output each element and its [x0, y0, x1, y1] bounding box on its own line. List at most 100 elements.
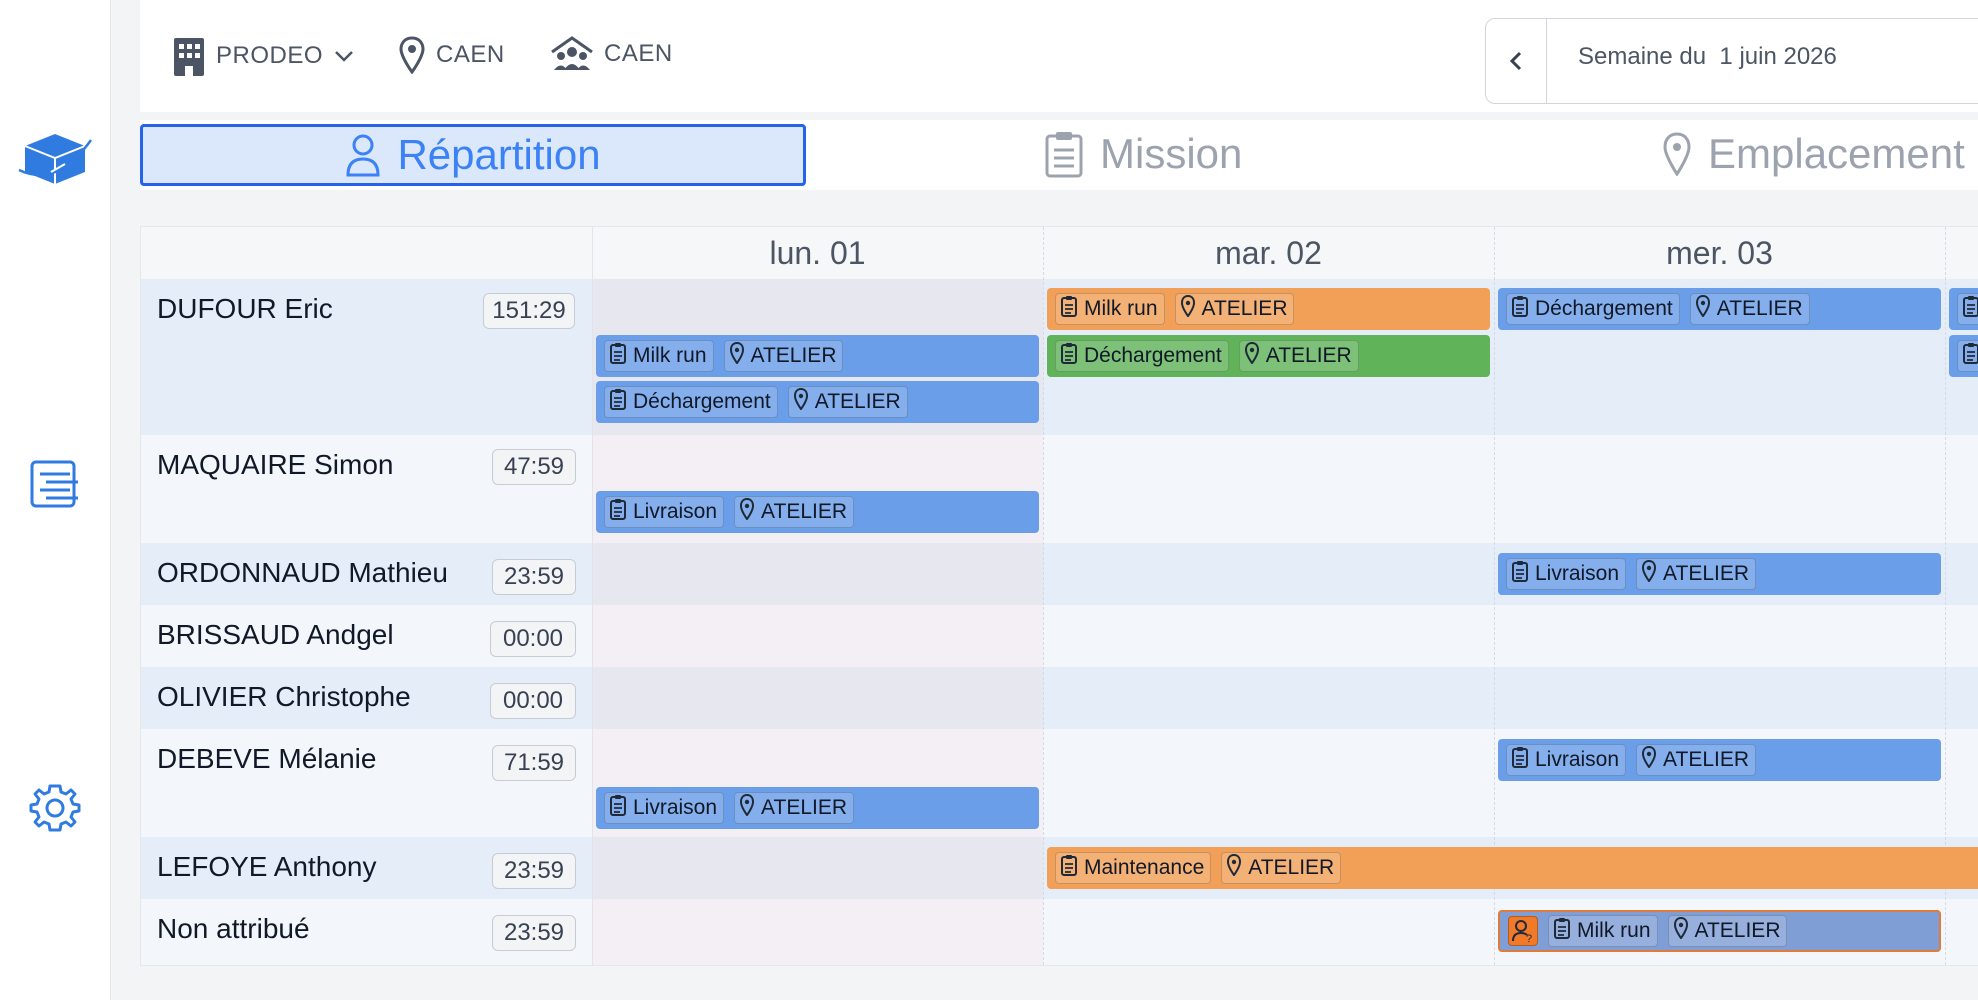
task-bar[interactable]: ? Milk run ATELIER — [1498, 910, 1941, 952]
week-picker: Semaine du 1 juin 2026 — [1485, 18, 1978, 104]
team-selector[interactable]: CAEN — [550, 36, 673, 72]
clipboard-icon — [1060, 295, 1078, 323]
clipboard-icon — [1060, 854, 1078, 882]
tab-emplacement[interactable]: Emplacement — [1662, 124, 1965, 184]
location-label: ATELIER — [1248, 856, 1335, 879]
building-icon — [174, 38, 204, 76]
map-pin-icon — [1180, 294, 1196, 323]
hours-badge: 23:59 — [492, 559, 576, 595]
map-pin-icon — [1244, 341, 1260, 370]
mission-chip: Livraison — [1506, 558, 1627, 590]
location-chip: ATELIER — [1238, 340, 1359, 372]
location-label: ATELIER — [750, 344, 837, 367]
task-bar[interactable]: Déchargement ATELIER — [1498, 288, 1941, 330]
map-pin-icon — [1226, 853, 1242, 882]
task-bar[interactable]: Maintenance ATELIER — [1047, 847, 1978, 889]
location-chip: ATELIER — [723, 340, 844, 372]
map-pin-icon — [1663, 132, 1691, 176]
location-label: ATELIER — [761, 796, 848, 819]
mission-chip — [1957, 340, 1978, 372]
task-bar[interactable] — [1949, 288, 1978, 330]
location-chip: ATELIER — [1174, 293, 1295, 325]
task-bar[interactable]: Déchargement ATELIER — [1047, 335, 1490, 377]
location-label: ATELIER — [1663, 562, 1750, 585]
clipboard-icon — [609, 342, 627, 370]
location-chip: ATELIER — [1221, 852, 1342, 884]
day-header: lun. 01 — [592, 227, 1043, 279]
mission-chip: Milk run — [604, 340, 714, 372]
map-pin-icon — [729, 341, 745, 370]
svg-text:?: ? — [1526, 933, 1532, 943]
task-bar[interactable]: Déchargement ATELIER — [596, 381, 1039, 423]
app-logo-cube-icon[interactable] — [0, 126, 110, 190]
day-header: mar. 02 — [1043, 227, 1494, 279]
map-pin-icon — [1641, 559, 1657, 588]
employee-name: BRISSAUD Andgel — [157, 619, 394, 650]
clipboard-icon — [1511, 746, 1529, 774]
mission-label: Livraison — [633, 500, 718, 523]
task-bar[interactable]: Livraison ATELIER — [1498, 739, 1941, 781]
location-label: ATELIER — [761, 500, 848, 523]
settings-gear-icon[interactable] — [0, 780, 110, 836]
hours-badge: 71:59 — [492, 745, 576, 781]
task-bar[interactable] — [1949, 335, 1978, 377]
mission-chip — [1957, 293, 1978, 325]
location-chip: ATELIER — [1667, 915, 1788, 947]
chevron-left-icon — [1509, 51, 1522, 71]
location-chip: ATELIER — [1636, 744, 1757, 776]
company-selector[interactable]: PRODEO — [172, 36, 355, 76]
map-pin-icon — [1641, 745, 1657, 774]
mission-label: Milk run — [633, 344, 707, 367]
task-bar[interactable]: Milk run ATELIER — [1047, 288, 1490, 330]
hours-badge: 00:00 — [490, 683, 576, 719]
employee-name: Non attribué — [157, 913, 310, 944]
mission-chip: Déchargement — [1055, 340, 1229, 372]
mission-label: Déchargement — [1084, 344, 1222, 367]
mission-label: Milk run — [1577, 919, 1651, 942]
employee-name: ORDONNAUD Mathieu — [157, 557, 448, 588]
hours-badge: 00:00 — [490, 621, 576, 657]
site-name: CAEN — [436, 41, 505, 68]
planning-grid: lun. 01 mar. 02 mer. 03 DUFOUR Eric 151:… — [140, 226, 1978, 966]
employee-name: DUFOUR Eric — [157, 293, 333, 324]
clipboard-icon — [1060, 342, 1078, 370]
user-icon — [346, 134, 380, 177]
hours-badge: 23:59 — [492, 915, 576, 951]
top-filter-bar: PRODEO CAEN CAEN Semaine du 1 juin 2026 — [140, 0, 1978, 112]
day-header — [1945, 227, 1978, 279]
location-label: ATELIER — [1694, 919, 1781, 942]
planning-list-icon[interactable] — [0, 456, 110, 512]
mission-chip: Milk run — [1055, 293, 1165, 325]
tab-repartition[interactable]: Répartition — [140, 124, 806, 186]
clipboard-icon — [609, 498, 627, 526]
table-row — [141, 435, 1978, 543]
unassigned-user-icon[interactable]: ? — [1508, 916, 1538, 946]
tab-mission[interactable]: Mission — [1044, 124, 1242, 184]
employee-name: MAQUAIRE Simon — [157, 449, 394, 480]
employee-name: LEFOYE Anthony — [157, 851, 377, 882]
hours-badge: 151:29 — [483, 293, 575, 329]
task-bar[interactable]: Livraison ATELIER — [596, 787, 1039, 829]
task-bar[interactable]: Livraison ATELIER — [596, 491, 1039, 533]
task-bar[interactable]: Milk run ATELIER — [596, 335, 1039, 377]
clipboard-icon — [609, 388, 627, 416]
previous-week-button[interactable] — [1486, 19, 1547, 103]
mission-label: Déchargement — [1535, 297, 1673, 320]
week-label[interactable]: Semaine du 1 juin 2026 — [1578, 43, 1837, 71]
location-label: ATELIER — [1201, 297, 1288, 320]
mission-chip: Déchargement — [1506, 293, 1680, 325]
day-header: mer. 03 — [1494, 227, 1945, 279]
mission-label: Livraison — [1535, 748, 1620, 771]
map-pin-icon — [793, 387, 809, 416]
mission-label: Livraison — [633, 796, 718, 819]
task-bar[interactable]: Livraison ATELIER — [1498, 553, 1941, 595]
clipboard-icon — [1962, 295, 1978, 323]
mission-label: Maintenance — [1084, 856, 1205, 879]
clipboard-icon — [609, 794, 627, 822]
mission-chip: Milk run — [1548, 915, 1658, 947]
chevron-down-icon — [335, 51, 353, 62]
clipboard-icon — [1553, 917, 1571, 945]
map-pin-icon — [399, 36, 425, 74]
site-selector[interactable]: CAEN — [398, 36, 505, 74]
table-row — [141, 605, 1978, 667]
